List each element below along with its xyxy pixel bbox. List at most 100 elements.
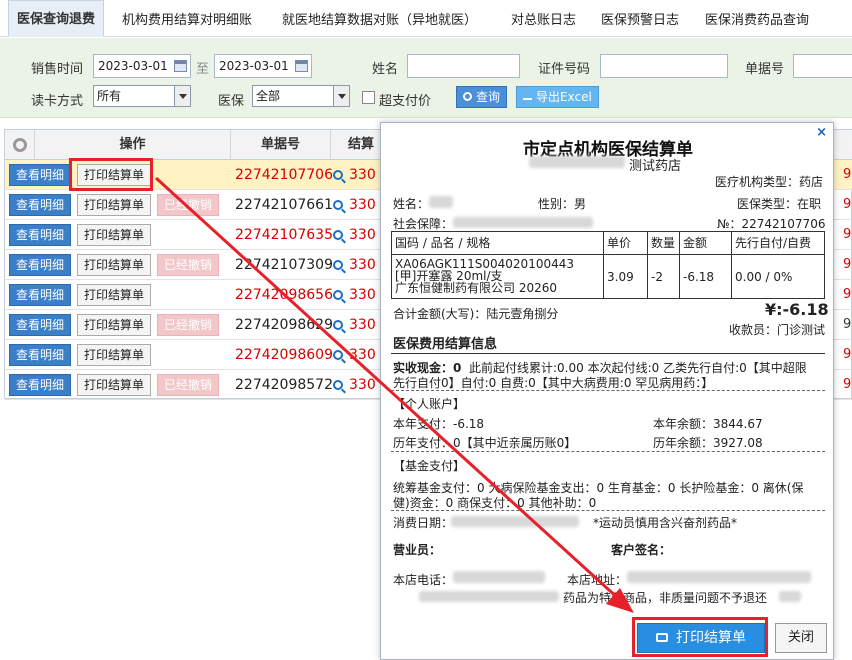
settlement-value: 330 xyxy=(349,317,376,333)
doc-number-cell: 22742098656 xyxy=(235,287,333,303)
search-icon[interactable] xyxy=(333,260,343,270)
view-detail-button[interactable]: 查看明细 xyxy=(9,254,71,276)
export-icon xyxy=(523,91,532,100)
doc-number-cell: 22742107706 xyxy=(235,167,333,183)
tab-warning-log[interactable]: 医保预警日志 xyxy=(601,9,679,28)
print-settlement-row-button[interactable]: 打印结算单 xyxy=(77,344,151,366)
doc-number-cell: 22742098609 xyxy=(235,347,333,363)
date-from-field[interactable]: 2023-03-01 xyxy=(93,54,191,78)
view-detail-button[interactable]: 查看明细 xyxy=(9,374,71,396)
redacted-region xyxy=(779,591,801,602)
settlement-cell[interactable]: 330 xyxy=(333,250,376,280)
print-settlement-row-button[interactable]: 打印结算单 xyxy=(77,284,151,306)
print-settlement-row-button[interactable]: 打印结算单 xyxy=(77,314,151,336)
col-price: 单价 xyxy=(604,232,648,254)
settlement-value: 330 xyxy=(349,377,376,393)
settlement-cell[interactable]: 330 xyxy=(333,280,376,310)
view-detail-button[interactable]: 查看明细 xyxy=(9,344,71,366)
redacted-region xyxy=(419,591,559,602)
search-icon[interactable] xyxy=(333,320,343,330)
history-balance: 历年余额：3927.08 xyxy=(653,436,763,450)
redacted-region xyxy=(627,571,811,583)
tab-general-ledger-log[interactable]: 对总账日志 xyxy=(511,9,576,28)
name-label: 姓名 xyxy=(372,62,399,77)
view-detail-button[interactable]: 查看明细 xyxy=(9,164,71,186)
settlement-cell[interactable]: 330 xyxy=(333,190,376,220)
tab-medical-query-refund[interactable]: 医保查询退费 xyxy=(8,0,105,37)
cashier: 收款员：门诊测试 xyxy=(729,323,826,337)
total-in-words: 合计金额(大写)：陆元壹角捌分 xyxy=(393,307,559,321)
view-detail-button[interactable]: 查看明细 xyxy=(9,314,71,336)
cash-detail-2: 先行自付0】自付:0 自费:0【其中大病费用:0 罕见病用药：】 xyxy=(393,376,714,390)
search-icon xyxy=(463,92,472,101)
view-detail-button[interactable]: 查看明细 xyxy=(9,194,71,216)
print-settlement-row-button[interactable]: 打印结算单 xyxy=(77,374,151,396)
card-mode-value: 所有 xyxy=(97,89,122,103)
highlight-box-row-print xyxy=(69,158,153,191)
search-icon[interactable] xyxy=(333,170,343,180)
search-icon[interactable] xyxy=(333,290,343,300)
col-amount: 金额 xyxy=(680,232,732,254)
doc-number-input[interactable] xyxy=(793,54,852,78)
date-to-field[interactable]: 2023-03-01 xyxy=(214,54,312,78)
revoked-button: 已经撤销 xyxy=(157,314,219,336)
settlement-value: 330 xyxy=(349,167,376,183)
settlement-dialog: × 市定点机构医保结算单 测试药店 医疗机构类型：药店 姓名： 性别：男 医保类… xyxy=(380,122,834,660)
card-mode-select[interactable]: 所有 xyxy=(93,85,191,107)
divider xyxy=(391,353,825,354)
divider xyxy=(391,451,825,452)
right-clipped-cell: 981 xyxy=(843,167,852,182)
export-excel-button[interactable]: 导出Excel xyxy=(516,86,599,108)
calendar-icon[interactable] xyxy=(174,60,187,72)
search-icon[interactable] xyxy=(333,380,343,390)
store-phone: 本店电话： xyxy=(393,573,454,587)
redacted-region xyxy=(453,217,593,228)
settings-column[interactable] xyxy=(5,130,35,160)
redacted-region xyxy=(529,156,625,168)
over-price-checkbox[interactable] xyxy=(362,91,375,104)
col-selfpay: 先行自付/自费 xyxy=(735,236,812,250)
search-icon[interactable] xyxy=(333,200,343,210)
return-notice: 药品为特殊商品，非质量问题不予退还 xyxy=(563,591,768,605)
item-selfpay: 0.00 / 0% xyxy=(732,254,824,298)
settlement-cell[interactable]: 330 xyxy=(333,310,376,340)
settlement-cell[interactable]: 330 xyxy=(333,370,376,400)
item-table: 国码 / 品名 / 规格 单价 数量 金额 先行自付/自费 XA06AGK111… xyxy=(391,231,825,299)
id-number-label: 证件号码 xyxy=(538,62,591,77)
print-settlement-row-button[interactable]: 打印结算单 xyxy=(77,224,151,246)
name-input[interactable] xyxy=(407,54,520,78)
view-detail-button[interactable]: 查看明细 xyxy=(9,224,71,246)
tab-drug-consumption[interactable]: 医保消费药品查询 xyxy=(705,9,809,28)
chevron-down-icon[interactable] xyxy=(174,86,190,106)
revoked-button: 已经撤销 xyxy=(157,254,219,276)
view-detail-button[interactable]: 查看明细 xyxy=(9,284,71,306)
settlement-value: 330 xyxy=(349,197,376,213)
gear-icon[interactable] xyxy=(13,138,27,152)
print-settlement-row-button[interactable]: 打印结算单 xyxy=(77,254,151,276)
history-pay: 历年支付：0【其中近亲属历账0】 xyxy=(393,436,577,450)
chevron-down-icon[interactable] xyxy=(333,86,349,106)
close-button[interactable]: 关闭 xyxy=(775,623,827,653)
search-icon[interactable] xyxy=(333,230,343,240)
item-qty: -2 xyxy=(648,254,680,298)
item-price: 3.09 xyxy=(604,254,648,298)
settlement-cell[interactable]: 330 xyxy=(333,160,376,190)
right-clipped-cell: 981 xyxy=(843,287,852,302)
settlement-cell[interactable]: 330 xyxy=(333,220,376,250)
id-number-input[interactable] xyxy=(600,54,728,78)
tab-remote-settlement[interactable]: 就医地结算数据对账（异地就医） xyxy=(282,9,477,28)
calendar-icon[interactable] xyxy=(295,60,308,72)
search-icon[interactable] xyxy=(333,350,343,360)
print-settlement-row-button[interactable]: 打印结算单 xyxy=(77,194,151,216)
col-operation: 操作 xyxy=(35,130,231,160)
settlement-cell[interactable]: 330 xyxy=(333,340,376,370)
insurance-value: 全部 xyxy=(256,89,281,103)
right-clipped-cell: 998 xyxy=(843,347,852,362)
insurance-select[interactable]: 全部 xyxy=(252,85,350,107)
store-address: 本店地址： xyxy=(567,573,628,587)
redacted-region xyxy=(451,516,579,527)
date-from-value: 2023-03-01 xyxy=(98,59,168,73)
tab-org-fee-detail[interactable]: 机构费用结算对明细账 xyxy=(122,9,252,28)
query-label: 查询 xyxy=(476,90,501,104)
query-button[interactable]: 查询 xyxy=(456,86,508,108)
